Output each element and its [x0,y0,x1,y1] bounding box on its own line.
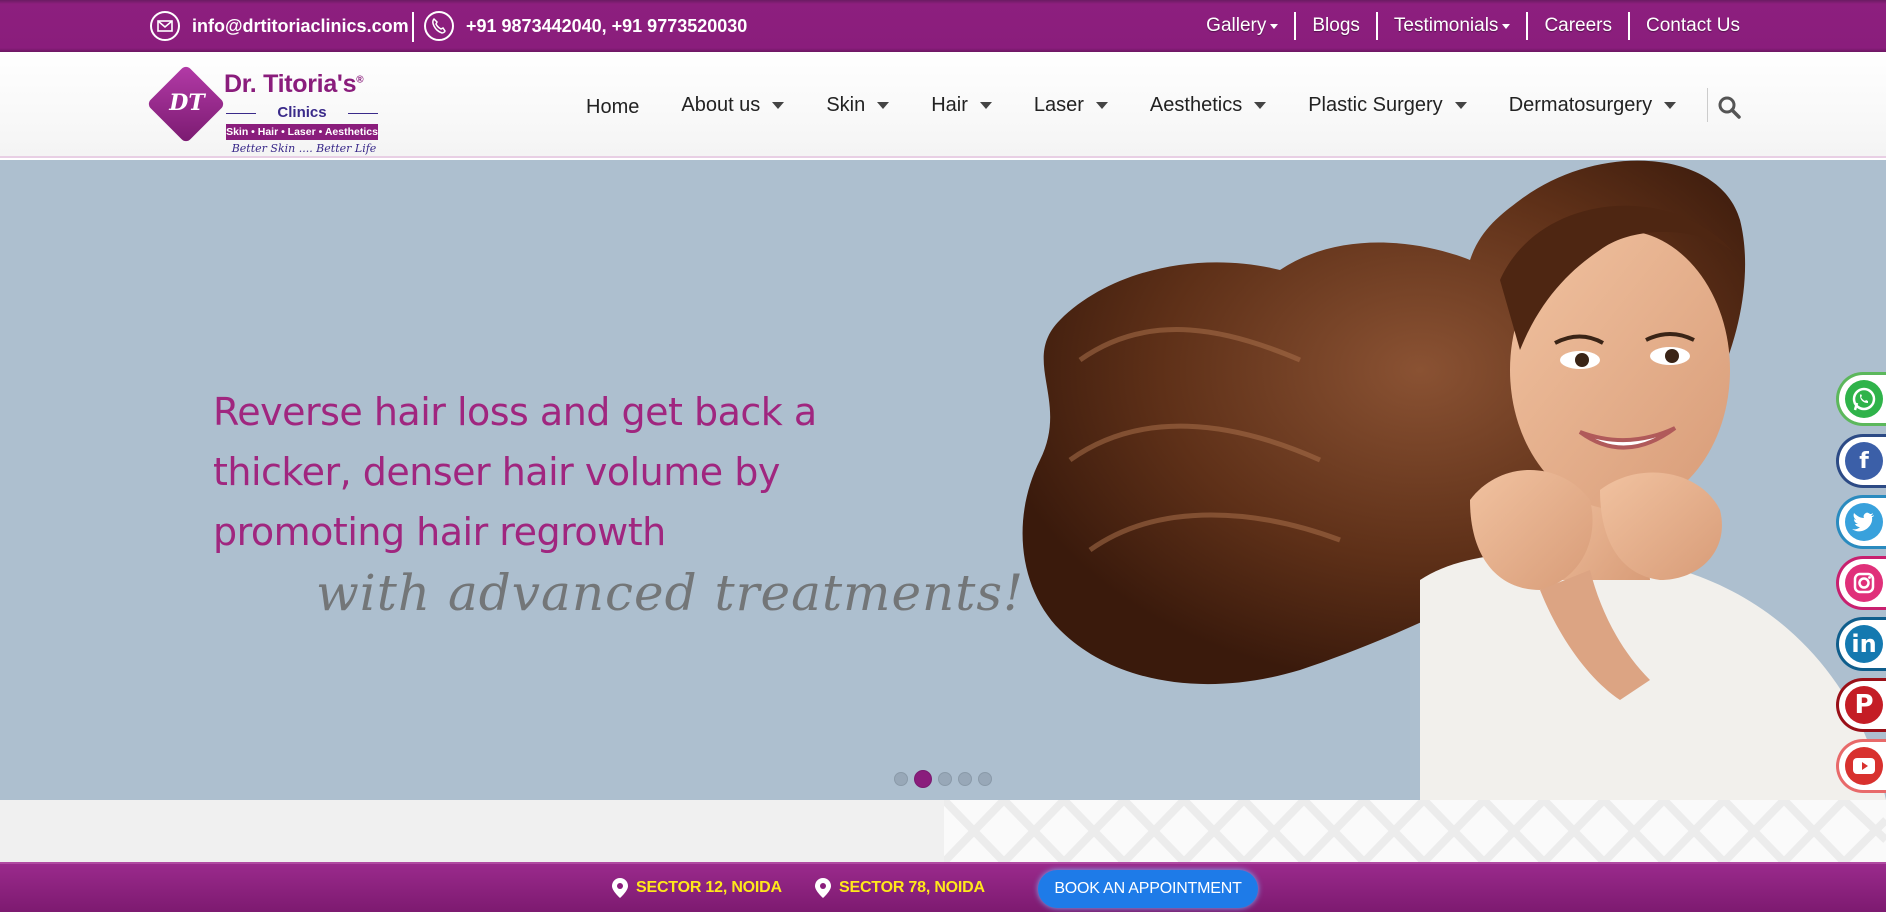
caret-down-icon [1502,23,1511,29]
caret-down-icon [1270,23,1279,29]
caret-down-icon [1095,101,1108,109]
section-strip-right [941,794,1886,868]
social-facebook[interactable]: f [1836,434,1886,488]
slider-dot-3[interactable] [938,772,952,786]
location-sector-12[interactable]: SECTOR 12, NOIDA [612,878,782,898]
twitter-icon [1845,503,1883,541]
caret-down-icon [772,101,785,109]
logo-name: Dr. Titoria's® [224,70,364,98]
social-whatsapp[interactable] [1836,372,1886,426]
header: DT Dr. Titoria's® Clinics Skin • Hair • … [0,52,1886,158]
phone-link[interactable]: +91 9873442040, +91 9773520030 [424,10,747,42]
nav-hair[interactable]: Hair [931,94,992,117]
phone-icon [424,11,454,41]
top-nav-careers[interactable]: Careers [1528,15,1628,37]
social-twitter[interactable] [1836,495,1886,549]
hero-model-image [1022,160,1886,800]
pinterest-icon: P [1845,686,1883,724]
hero-script-text: with advanced treatments! [316,564,1025,622]
youtube-icon [1845,747,1883,785]
instagram-icon [1845,564,1883,602]
top-nav: Gallery Blogs Testimonials Careers Conta… [1190,10,1740,42]
social-pinterest[interactable]: P [1836,678,1886,732]
book-appointment-button[interactable]: BOOK AN APPOINTMENT [1038,870,1258,908]
logo-sub: Clinics [226,104,378,121]
caret-down-icon [877,101,890,109]
section-strip-left [0,800,944,862]
email-link[interactable]: info@drtitoriaclinics.com [150,10,409,42]
main-nav: Home About us Skin Hair Laser Aesthetics… [586,52,1677,158]
bottom-bar: SECTOR 12, NOIDA SECTOR 78, NOIDA BOOK A… [0,862,1886,912]
top-nav-blogs[interactable]: Blogs [1296,15,1376,37]
facebook-icon: f [1845,442,1883,480]
nav-about-us[interactable]: About us [681,94,785,117]
slider-dot-4[interactable] [958,772,972,786]
hero-slider[interactable]: Reverse hair loss and get back a thicker… [0,160,1886,800]
top-bar: info@drtitoriaclinics.com +91 9873442040… [0,0,1886,52]
slider-dot-1[interactable] [894,772,908,786]
whatsapp-icon [1845,380,1883,418]
caret-down-icon [1664,101,1677,109]
location-sector-78[interactable]: SECTOR 78, NOIDA [815,878,985,898]
search-button[interactable] [1716,94,1742,120]
phone-text: +91 9873442040, +91 9773520030 [466,15,748,36]
linkedin-icon: in [1845,625,1883,663]
map-pin-icon [815,878,831,898]
caret-down-icon [979,101,992,109]
nav-plastic-surgery[interactable]: Plastic Surgery [1308,94,1467,117]
top-nav-testimonials[interactable]: Testimonials [1378,15,1527,37]
top-nav-gallery[interactable]: Gallery [1190,15,1294,37]
nav-home[interactable]: Home [586,96,639,119]
nav-laser[interactable]: Laser [1034,94,1108,117]
caret-down-icon [1454,101,1467,109]
logo-motto: Better Skin .... Better Life [231,142,377,155]
social-youtube[interactable] [1836,739,1886,793]
hero-headline: Reverse hair loss and get back a thicker… [213,390,817,554]
pattern-background [941,794,1886,868]
slider-dots [894,770,998,788]
nav-skin[interactable]: Skin [826,94,890,117]
search-icon [1718,96,1741,119]
envelope-icon [150,11,180,41]
nav-aesthetics[interactable]: Aesthetics [1150,94,1267,117]
nav-dermatosurgery[interactable]: Dermatosurgery [1509,94,1677,117]
divider [1707,88,1708,122]
divider [412,12,414,42]
slider-dot-2[interactable] [914,770,932,788]
logo-services: Skin • Hair • Laser • Aesthetics [226,124,378,140]
map-pin-icon [612,878,628,898]
social-instagram[interactable] [1836,556,1886,610]
caret-down-icon [1254,101,1267,109]
social-linkedin[interactable]: in [1836,617,1886,671]
email-text: info@drtitoriaclinics.com [192,15,409,36]
top-nav-contact-us[interactable]: Contact Us [1630,15,1740,37]
logo-initials: DT [169,90,205,116]
logo[interactable]: DT Dr. Titoria's® Clinics Skin • Hair • … [146,64,390,155]
slider-dot-5[interactable] [978,772,992,786]
